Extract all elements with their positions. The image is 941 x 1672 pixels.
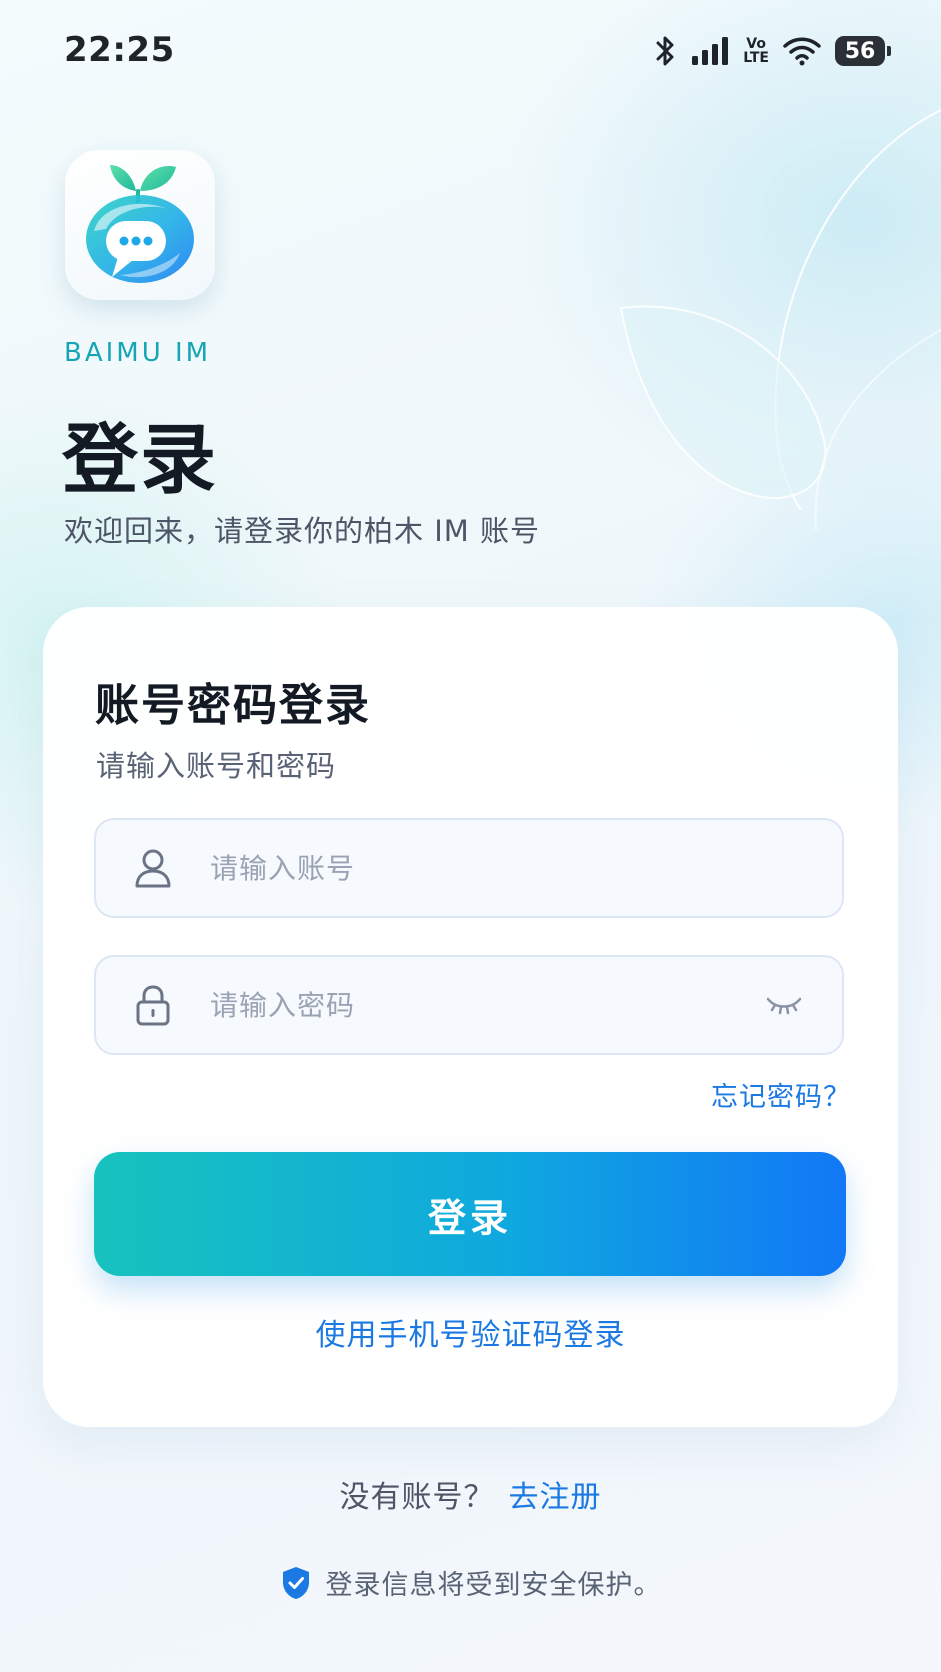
bluetooth-icon bbox=[655, 34, 677, 68]
user-icon bbox=[126, 848, 180, 888]
no-account-text: 没有账号？ bbox=[339, 1480, 495, 1515]
page-title: 登录 bbox=[62, 415, 218, 504]
battery-icon: 56 bbox=[835, 36, 891, 66]
password-input[interactable] bbox=[208, 974, 754, 1036]
app-logo bbox=[65, 150, 215, 300]
status-time: 22:25 bbox=[64, 30, 175, 70]
card-subtitle: 请输入账号和密码 bbox=[96, 749, 337, 783]
lock-icon bbox=[126, 984, 180, 1026]
register-row: 没有账号？ 去注册 bbox=[0, 1472, 941, 1516]
forgot-password-link[interactable]: 忘记密码？ bbox=[711, 1075, 851, 1114]
chat-bubble-leaf-logo-icon bbox=[86, 165, 194, 283]
brand-label: BAIMU IM bbox=[64, 338, 212, 368]
card-title: 账号密码登录 bbox=[95, 680, 371, 731]
status-icons: Vo LTE 56 bbox=[655, 31, 891, 71]
leaf-decoration-icon bbox=[619, 109, 941, 530]
status-bar: 22:25 Vo LTE 56 bbox=[0, 0, 941, 100]
account-input[interactable] bbox=[208, 837, 842, 899]
welcome-text: 欢迎回来，请登录你的柏木 IM 账号 bbox=[64, 514, 541, 548]
register-link[interactable]: 去注册 bbox=[509, 1480, 602, 1515]
security-note: 登录信息将受到安全保护。 bbox=[0, 1563, 941, 1602]
eye-closed-icon[interactable] bbox=[754, 995, 814, 1015]
volte-bottom: LTE bbox=[743, 50, 769, 66]
password-field bbox=[94, 955, 844, 1055]
volte-top: Vo bbox=[746, 36, 766, 52]
sms-login-link[interactable]: 使用手机号验证码登录 bbox=[43, 1310, 898, 1354]
login-button[interactable]: 登录 bbox=[94, 1152, 846, 1276]
shield-check-icon bbox=[282, 1566, 309, 1599]
account-field bbox=[94, 818, 844, 918]
login-card: 账号密码登录 请输入账号和密码 忘记密码？ 登录 使用手机号 bbox=[43, 607, 898, 1427]
volte-icon: Vo LTE bbox=[743, 37, 769, 65]
wifi-icon bbox=[783, 36, 821, 66]
security-note-text: 登录信息将受到安全保护。 bbox=[325, 1570, 662, 1601]
signal-icon bbox=[691, 36, 729, 66]
